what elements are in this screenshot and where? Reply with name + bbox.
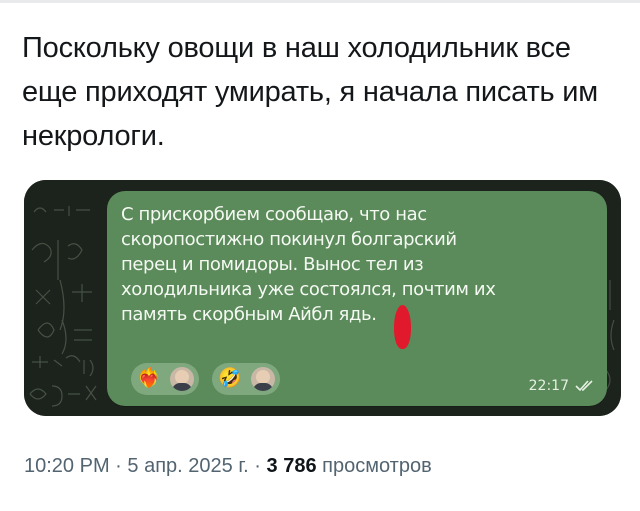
- meta-separator: ·: [115, 455, 122, 477]
- post-meta: 10:20 PM · 5 апр. 2025 г. · 3 786 просмо…: [24, 452, 432, 480]
- reaction-heart-on-fire[interactable]: ❤️‍🔥: [131, 363, 199, 395]
- post-text: Поскольку овощи в наш холодильник все ещ…: [22, 32, 599, 152]
- top-divider: [0, 0, 640, 3]
- red-ink-blot: [394, 305, 411, 349]
- views-count: 3 786: [266, 455, 317, 477]
- rolling-laughing-icon: 🤣: [218, 368, 242, 389]
- double-check-icon: [575, 380, 593, 392]
- views-label: просмотров: [322, 455, 432, 477]
- message-bubble[interactable]: С прискорбием сообщаю, что нас скоропост…: [107, 191, 607, 406]
- user-avatar: [170, 367, 194, 391]
- message-time: 22:17: [528, 378, 569, 394]
- reaction-rolling-laughing[interactable]: 🤣: [212, 363, 280, 395]
- user-avatar: [251, 367, 275, 391]
- avatar-head: [175, 370, 189, 384]
- avatar-head: [256, 370, 270, 384]
- avatar-body: [253, 383, 273, 391]
- post-image[interactable]: С прискорбием сообщаю, что нас скоропост…: [24, 180, 621, 416]
- avatar-body: [172, 383, 192, 391]
- post-time: 10:20 PM: [24, 455, 110, 477]
- heart-on-fire-icon: ❤️‍🔥: [137, 368, 161, 389]
- message-meta: 22:17: [529, 378, 595, 394]
- message-text: С прискорбием сообщаю, что нас скоропост…: [121, 204, 496, 325]
- post-date[interactable]: 5 апр. 2025 г.: [127, 455, 248, 477]
- meta-separator: ·: [254, 455, 261, 477]
